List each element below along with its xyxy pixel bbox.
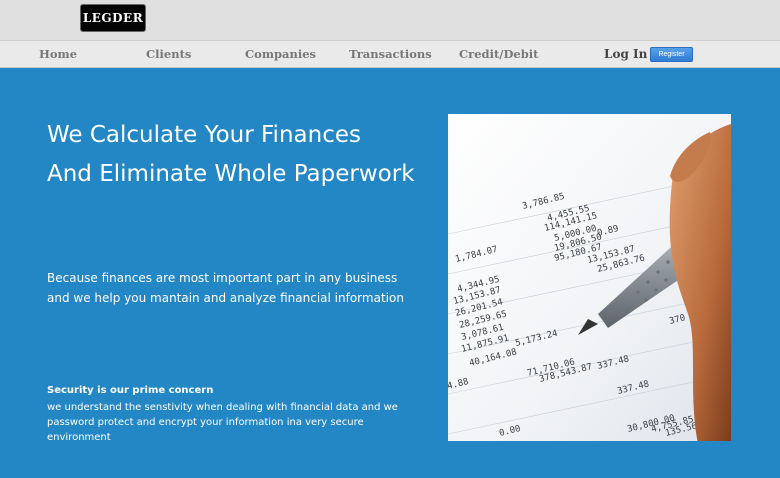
nav-transactions[interactable]: Transactions (349, 41, 432, 67)
security-line-3: environment (47, 432, 111, 443)
tagline-line-2: and we help you mantain and analyze fina… (47, 291, 404, 305)
headline-line-2: And Eliminate Whole Paperwork (47, 161, 415, 187)
headline-line-1: We Calculate Your Finances (47, 122, 361, 148)
register-button[interactable]: Register (650, 47, 693, 62)
nav-companies[interactable]: Companies (245, 41, 316, 67)
finance-photo: 3,786.85 4,455.55 114,141.15 5,000.00 19,806… (448, 114, 731, 441)
security-description: we understand the senstivity when dealin… (47, 400, 427, 445)
tagline-line-1: Because finances are most important part… (47, 271, 398, 285)
hero-headline: We Calculate Your Finances And Eliminate… (47, 116, 447, 194)
main-navigation: Home Clients Companies Transactions Cred… (0, 40, 780, 68)
nav-clients[interactable]: Clients (146, 41, 191, 67)
security-line-1: we understand the senstivity when dealin… (47, 402, 398, 413)
security-line-2: password protect and encrypt your inform… (47, 417, 364, 428)
nav-credit-debit[interactable]: Credit/Debit (459, 41, 538, 67)
hero-tagline: Because finances are most important part… (47, 268, 427, 308)
nav-home[interactable]: Home (39, 41, 77, 67)
security-title: Security is our prime concern (47, 385, 214, 396)
hero-section: We Calculate Your Finances And Eliminate… (0, 68, 780, 478)
top-bar: LEGDER (0, 0, 780, 40)
spreadsheet-pen-image: 3,786.854,455.55114,141.155,000.0019,806… (448, 114, 731, 441)
brand-logo[interactable]: LEGDER (80, 4, 146, 32)
login-link[interactable]: Log In (604, 41, 647, 67)
